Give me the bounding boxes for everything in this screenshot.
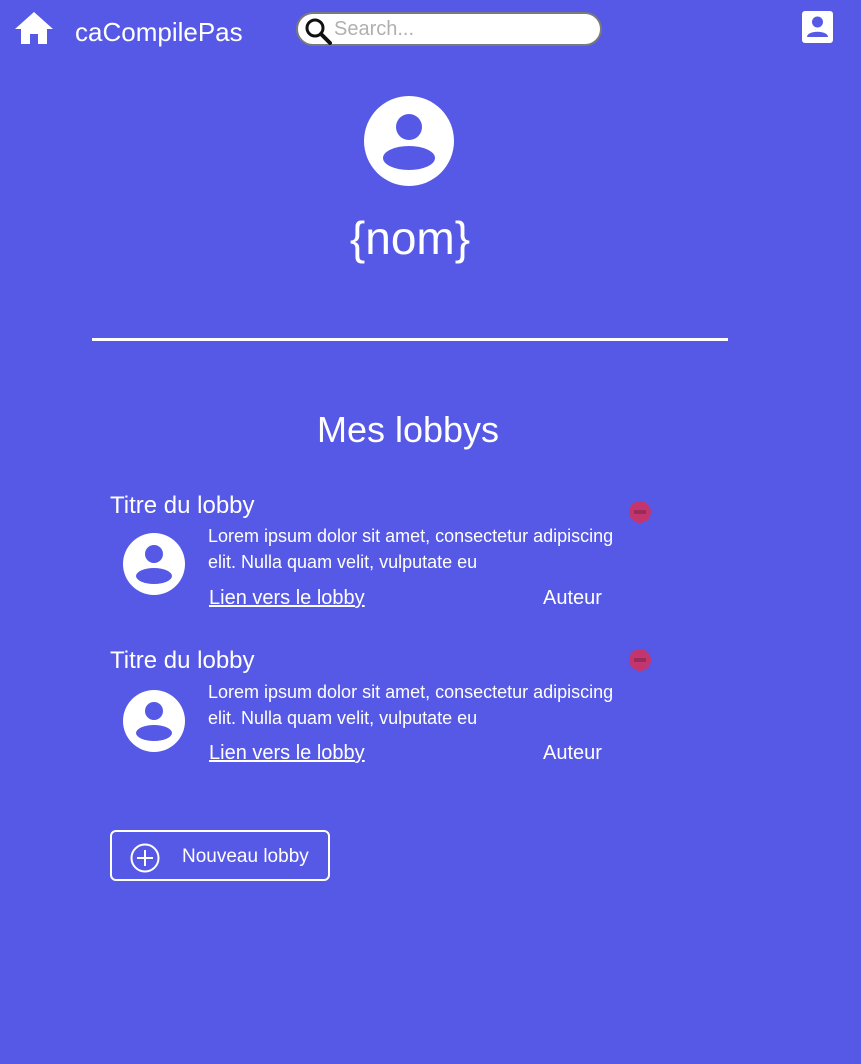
lobby-author: Auteur (543, 742, 602, 764)
brand-title: caCompilePas (75, 17, 243, 47)
lobby-avatar-icon (123, 690, 185, 752)
lobby-link[interactable]: Lien vers le lobby (209, 741, 365, 765)
remove-lobby-icon[interactable] (629, 649, 651, 671)
plus-circle-icon (130, 843, 160, 873)
profile-name: {nom} (349, 212, 471, 264)
lobby-author: Auteur (543, 587, 602, 609)
lobby-description: Lorem ipsum dolor sit amet, consectetur … (208, 682, 614, 728)
lobby-link[interactable]: Lien vers le lobby (209, 586, 365, 610)
search-bar[interactable] (296, 12, 602, 46)
section-divider (92, 338, 728, 341)
lobby-avatar-icon (123, 533, 185, 595)
search-input[interactable] (334, 17, 589, 41)
profile-avatar-icon (364, 96, 454, 186)
section-title: Mes lobbys (316, 409, 500, 450)
home-icon[interactable] (14, 10, 54, 46)
search-icon (305, 18, 332, 45)
lobby-description: Lorem ipsum dolor sit amet, consectetur … (208, 526, 614, 572)
new-lobby-label: Nouveau lobby (182, 846, 309, 867)
lobby-title: Titre du lobby (110, 647, 255, 674)
account-box-icon[interactable] (802, 11, 833, 43)
new-lobby-button[interactable]: Nouveau lobby (110, 830, 330, 881)
lobby-title: Titre du lobby (110, 492, 255, 519)
remove-lobby-icon[interactable] (629, 501, 651, 523)
